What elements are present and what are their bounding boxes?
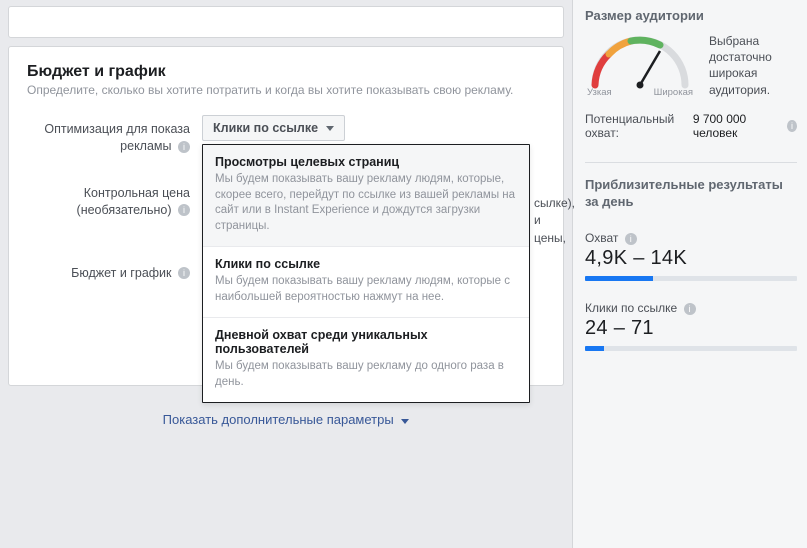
gauge-icon bbox=[585, 33, 695, 89]
clicks-bar-fill bbox=[585, 346, 604, 351]
dropdown-option-landing-views[interactable]: Просмотры целевых страниц Мы будем показ… bbox=[203, 145, 529, 247]
right-sidebar: Размер аудитории Узкая Широкая bbox=[572, 0, 807, 548]
clicks-metric-label: Клики по ссылке i bbox=[585, 301, 797, 315]
row-optimization: Оптимизация для показа рекламы i Клики п… bbox=[27, 115, 545, 155]
dropdown-option-link-clicks[interactable]: Клики по ссылке Мы будем показывать вашу… bbox=[203, 247, 529, 318]
dropdown-option-desc: Мы будем показывать вашу рекламу людям, … bbox=[215, 274, 517, 305]
estimates-heading: Приблизительные результаты за день bbox=[585, 177, 797, 211]
section-title: Бюджет и график bbox=[27, 63, 545, 81]
dropdown-option-desc: Мы будем показывать вашу рекламу до одно… bbox=[215, 359, 517, 390]
reach-metric-label: Охват i bbox=[585, 231, 797, 245]
dropdown-option-title: Просмотры целевых страниц bbox=[215, 155, 517, 169]
optimization-select[interactable]: Клики по ссылке bbox=[202, 115, 345, 141]
audience-size-message: Выбрана достаточно широкая аудитория. bbox=[709, 33, 797, 98]
info-icon[interactable]: i bbox=[625, 233, 637, 245]
dropdown-option-daily-reach[interactable]: Дневной охват среди уникальных пользоват… bbox=[203, 318, 529, 402]
optimization-dropdown: Просмотры целевых страниц Мы будем показ… bbox=[202, 144, 530, 403]
reach-label-text: Охват bbox=[585, 231, 618, 245]
control-price-label-line1: Контрольная цена bbox=[84, 186, 190, 200]
show-more-row: Показать дополнительные параметры bbox=[4, 412, 568, 427]
control-price-label: Контрольная цена (необязательно) i bbox=[27, 179, 202, 219]
occluded-text-line: сылке), bbox=[534, 195, 575, 212]
info-icon[interactable]: i bbox=[178, 267, 190, 279]
budget-schedule-label: Бюджет и график i bbox=[27, 259, 202, 282]
occluded-text-line: и цены, bbox=[534, 212, 575, 247]
optimization-label-text: Оптимизация для показа рекламы bbox=[44, 122, 190, 153]
clicks-label-text: Клики по ссылке bbox=[585, 301, 677, 315]
potential-reach-value: 9 700 000 человек bbox=[693, 112, 778, 140]
info-icon[interactable]: i bbox=[178, 141, 190, 153]
budget-schedule-label-text: Бюджет и график bbox=[71, 266, 171, 280]
budget-schedule-card: Бюджет и график Определите, сколько вы х… bbox=[8, 46, 564, 386]
occluded-text: сылке), и цены, bbox=[534, 195, 575, 247]
info-icon[interactable]: i bbox=[178, 204, 190, 216]
divider bbox=[585, 162, 797, 163]
info-icon[interactable]: i bbox=[684, 303, 696, 315]
info-icon[interactable]: i bbox=[787, 120, 797, 132]
clicks-metric-value: 24 – 71 bbox=[585, 317, 797, 340]
clicks-bar bbox=[585, 346, 797, 351]
reach-metric-value: 4,9K – 14K bbox=[585, 247, 797, 270]
section-subtitle: Определите, сколько вы хотите потратить … bbox=[27, 83, 545, 97]
gauge-widget: Узкая Широкая bbox=[585, 33, 695, 98]
reach-bar bbox=[585, 276, 797, 281]
dropdown-option-title: Дневной охват среди уникальных пользоват… bbox=[215, 328, 517, 356]
show-more-link[interactable]: Показать дополнительные параметры bbox=[163, 412, 410, 427]
audience-size-heading: Размер аудитории bbox=[585, 8, 797, 23]
collapsed-card bbox=[8, 6, 564, 38]
chevron-down-icon bbox=[401, 419, 409, 424]
potential-reach-label: Потенциальный охват: bbox=[585, 112, 693, 140]
potential-reach-row: Потенциальный охват: 9 700 000 человек i bbox=[585, 112, 797, 152]
control-price-label-line2: (необязательно) bbox=[77, 203, 172, 217]
optimization-selected-value: Клики по ссылке bbox=[213, 121, 318, 135]
dropdown-option-desc: Мы будем показывать вашу рекламу людям, … bbox=[215, 172, 517, 234]
show-more-text: Показать дополнительные параметры bbox=[163, 412, 394, 427]
optimization-label: Оптимизация для показа рекламы i bbox=[27, 115, 202, 155]
reach-bar-fill bbox=[585, 276, 653, 281]
dropdown-option-title: Клики по ссылке bbox=[215, 257, 517, 271]
chevron-down-icon bbox=[326, 126, 334, 131]
